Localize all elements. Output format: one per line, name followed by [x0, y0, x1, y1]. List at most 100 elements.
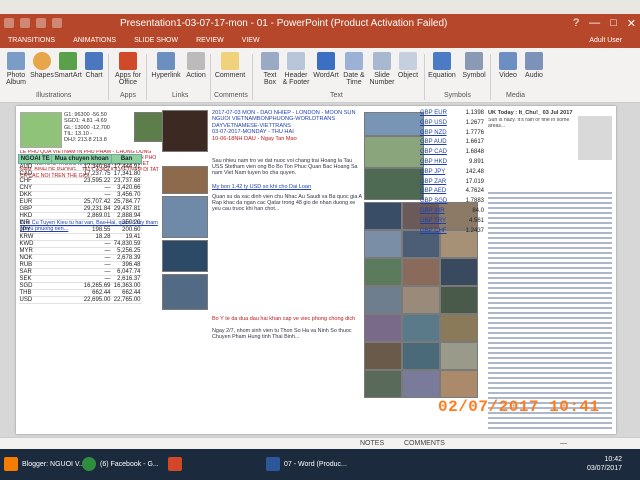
table-cell: —	[51, 247, 112, 255]
action-button[interactable]: Action	[180, 52, 212, 79]
maximize-button[interactable]: □	[610, 17, 617, 30]
photo-3	[162, 240, 208, 272]
slide-number-icon	[373, 52, 391, 70]
table-cell: NOK	[18, 254, 52, 262]
table-cell: 662.44	[51, 289, 112, 297]
currency-pair-link[interactable]: GBP AUD	[420, 139, 447, 149]
currency-pair-link[interactable]: GBP HKD	[420, 159, 447, 169]
table-row: CNY —3,420.66	[18, 184, 142, 192]
powerpoint-icon	[168, 457, 182, 471]
help-button[interactable]: ?	[573, 17, 579, 30]
taskbar-item-word[interactable]: 07 - Word (Produc...	[266, 453, 347, 475]
slide[interactable]: G1: 96300 -56.50 SGD1: 4.81 -4.69 GL: 13…	[16, 106, 616, 434]
table-header: NGOAI TE	[17, 154, 53, 164]
apps-for-office-button[interactable]: Apps for Office	[112, 52, 144, 86]
table-row: CHF 23,595.22 23,737.68	[18, 177, 142, 185]
table-cell: GBP	[18, 205, 52, 213]
tab-transitions[interactable]: TRANSITIONS	[0, 34, 65, 48]
center-red-headline[interactable]: Bo Y te da dua dau hai khan cap ve viec …	[212, 316, 362, 322]
currency-pair-link[interactable]: GBP SGD	[420, 198, 447, 208]
symbol-button[interactable]: Symbol	[458, 52, 490, 79]
minimize-button[interactable]: —	[589, 17, 600, 30]
comment-button[interactable]: Comment	[214, 52, 246, 79]
taskbar-item-blogger[interactable]: Blogger: NGUOI V...	[4, 453, 85, 475]
rate-value: 1.1398	[465, 110, 484, 116]
currency-pair-link[interactable]: GBP CHF	[420, 228, 447, 238]
video-icon	[499, 52, 517, 70]
currency-pair-link[interactable]: GBP TRY	[420, 218, 446, 228]
currency-pair-link[interactable]: GBP EUR	[420, 110, 447, 120]
header-footer-button[interactable]: Header & Footer	[280, 52, 312, 86]
table-cell: 2,616.37	[111, 275, 142, 283]
table-cell: 3,420.66	[111, 184, 142, 192]
tab-review[interactable]: REVIEW	[188, 34, 234, 48]
rate-value: 1.2677	[465, 119, 484, 126]
currency-pair-link[interactable]: GBP INR	[420, 208, 445, 218]
taskbar-item-facebook[interactable]: (6) Facebook - G...	[82, 453, 159, 475]
currency-pair-link[interactable]: GBP JPY	[420, 169, 445, 179]
rate-value: 9.891	[468, 158, 484, 165]
text-box-icon	[261, 52, 279, 70]
comments-button[interactable]: COMMENTS	[404, 440, 445, 447]
group-illustrations: Illustrations	[36, 92, 72, 99]
account-name[interactable]: Adult User	[589, 37, 622, 44]
group-text: Text	[330, 92, 343, 99]
photo-19	[440, 286, 478, 314]
tab-slide-show[interactable]: SLIDE SHOW	[126, 34, 188, 48]
apps-icon	[119, 52, 137, 70]
table-cell: 5,256.25	[111, 247, 142, 255]
photo-28	[440, 370, 478, 398]
photo-4	[162, 274, 208, 310]
word-icon	[266, 457, 280, 471]
object-button[interactable]: Object	[392, 52, 424, 79]
table-cell: 662.44	[111, 289, 142, 297]
chart-button[interactable]: Chart	[78, 52, 110, 79]
rate-value: 4.561	[468, 217, 484, 224]
table-cell: 25,784.77	[111, 198, 142, 206]
uk-map-image	[578, 116, 612, 160]
taskbar-item-powerpoint[interactable]	[168, 453, 186, 475]
list-item: GBP CHF 1.2437	[420, 228, 484, 238]
zoom-slider[interactable]: —	[560, 440, 567, 447]
tab-view[interactable]: VIEW	[234, 34, 270, 48]
omega-symbol-icon	[465, 52, 483, 70]
table-row: EUR 25,707.42 25,784.77	[18, 198, 142, 206]
currency-pair-link[interactable]: GBP USD	[420, 120, 447, 130]
table-cell: —	[51, 184, 112, 192]
list-item: GBP HKD 9.891	[420, 159, 484, 169]
table-cell: —	[51, 191, 112, 199]
photo-2	[162, 196, 208, 238]
equation-button[interactable]: Equation	[426, 52, 458, 79]
quick-access-toolbar[interactable]	[4, 18, 62, 28]
center-link[interactable]: My bon 1.42 ty USD so khi cho Dai Loan	[212, 184, 362, 190]
list-item: GBP EUR 1.1398	[420, 110, 484, 120]
table-cell: THB	[18, 289, 52, 297]
table-cell: 17,341.80	[111, 170, 142, 178]
center-article-3: Ngay 2/7, nhom sinh vien tu Thon So Ha v…	[212, 328, 352, 341]
table-row: GBP 29,231.84 29,437.81	[18, 205, 142, 213]
currency-pair-link[interactable]: GBP NZD	[420, 130, 447, 140]
group-symbols: Symbols	[444, 92, 471, 99]
close-button[interactable]: ✕	[627, 17, 636, 30]
screen: Presentation1-03-07-17-mon - 01 - PowerP…	[0, 0, 640, 480]
audio-button[interactable]: Audio	[518, 52, 550, 79]
right-text-lines	[488, 192, 612, 432]
tab-animations[interactable]: ANIMATIONS	[65, 34, 126, 48]
center-header: 2017-07-03 MON - DAO NHIEP - LONDON - MO…	[212, 110, 356, 142]
rate-value: 1.2437	[465, 227, 484, 234]
table-row: HKD 2,869.01 2,888.94	[18, 212, 142, 220]
table-row: INR —350.20	[18, 219, 142, 227]
action-star-icon	[187, 52, 205, 70]
photo-24	[402, 342, 440, 370]
currency-pair-link[interactable]: GBP CAD	[420, 149, 447, 159]
group-apps: Apps	[120, 92, 136, 99]
table-row: NOK —2,678.39	[18, 254, 142, 262]
currency-pair-link[interactable]: GBP AED	[420, 188, 446, 198]
group-media: Media	[506, 92, 526, 99]
system-clock[interactable]: 10:42 03/07/2017	[587, 455, 622, 473]
photo-23	[364, 342, 402, 370]
notes-button[interactable]: NOTES	[360, 440, 384, 447]
hyperlink-button[interactable]: Hyperlink	[150, 52, 182, 79]
table-row: SAR —6,047.74	[18, 268, 142, 276]
currency-pair-link[interactable]: GBP ZAR	[420, 179, 446, 189]
